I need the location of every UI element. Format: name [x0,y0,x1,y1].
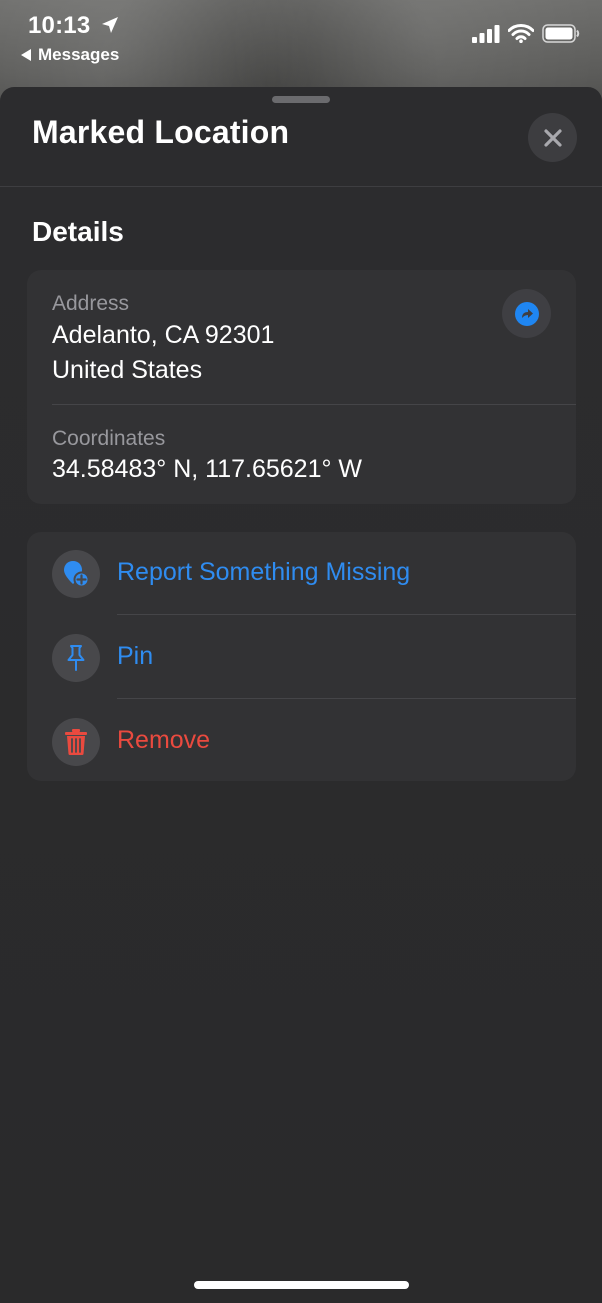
action-divider-2 [117,698,576,699]
pin-label: Pin [117,642,154,670]
status-icons [472,24,580,43]
battery-icon [542,24,580,43]
cellular-signal-icon [472,24,500,43]
report-icon-circle [52,550,100,598]
remove-icon-circle [52,718,100,766]
report-location-plus-icon [64,561,90,588]
back-triangle-icon [21,49,31,61]
details-section-title: Details [32,216,124,247]
coordinates-value[interactable]: 34.58483° N, 117.65621° W [52,452,362,487]
location-arrow-icon [102,17,118,33]
coordinates-label: Coordinates [52,427,166,450]
report-label: Report Something Missing [117,558,411,586]
close-button[interactable] [528,113,577,162]
remove-label: Remove [117,726,211,754]
share-address-button[interactable] [502,289,551,338]
share-arrow-icon [514,301,539,326]
pin-button[interactable]: Pin [27,616,576,699]
address-label: Address [52,292,130,315]
sheet-grabber[interactable] [272,96,330,103]
pin-icon-circle [52,634,100,682]
header-divider [0,186,602,187]
back-to-messages-button[interactable]: Messages [20,44,119,66]
status-bar: 10:13 Messages [0,0,602,86]
home-indicator[interactable] [194,1281,409,1289]
trash-icon [65,729,87,755]
close-icon [543,128,562,147]
remove-button[interactable]: Remove [27,700,576,783]
status-time: 10:13 [28,12,91,39]
action-divider-1 [117,614,576,615]
back-label: Messages [38,45,120,64]
pushpin-icon [67,645,85,671]
address-line-2[interactable]: United States [52,353,202,388]
details-divider [52,404,576,405]
address-line-1[interactable]: Adelanto, CA 92301 [52,318,274,353]
sheet-title: Marked Location [32,114,290,150]
report-something-missing-button[interactable]: Report Something Missing [27,532,576,615]
wifi-icon [508,24,534,43]
